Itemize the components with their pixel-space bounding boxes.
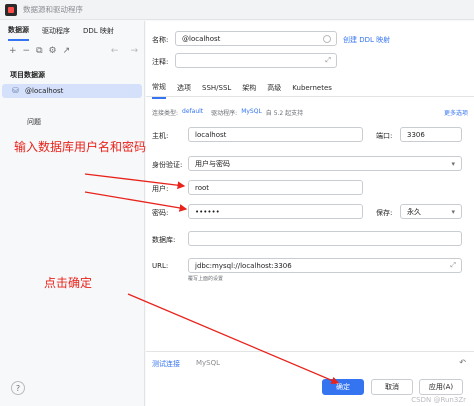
save-select-value: 永久 xyxy=(407,207,421,216)
export-icon[interactable]: ↗ xyxy=(63,46,71,56)
color-picker-icon[interactable] xyxy=(323,35,331,43)
driver-label: 驱动程序: xyxy=(211,110,238,117)
expand-icon[interactable]: ⤢ xyxy=(325,56,331,65)
host-input[interactable]: localhost xyxy=(188,127,363,142)
user-label: 用户: xyxy=(152,185,169,193)
settings-icon[interactable]: ⚙ xyxy=(49,46,57,56)
title-bar: 数据源和驱动程序 xyxy=(0,0,474,20)
sidebar-tabs: 数据源 驱动程序 DDL 映射 xyxy=(0,21,144,41)
host-label: 主机: xyxy=(152,132,169,140)
window-title: 数据源和驱动程序 xyxy=(23,5,83,14)
datasource-item-label: @localhost xyxy=(25,87,64,95)
sidebar: 数据源 驱动程序 DDL 映射 + − ⧉ ⚙ ↗ ← → 项目数据源 ⛁ @l… xyxy=(0,21,145,406)
problems-label[interactable]: 问题 xyxy=(27,117,41,127)
expand-icon[interactable]: ⤢ xyxy=(450,261,456,270)
mysql-datasource-icon: ⛁ xyxy=(12,86,19,95)
ok-button[interactable]: 确定 xyxy=(322,379,364,395)
app-logo-icon xyxy=(5,3,17,16)
test-connection-link[interactable]: 测试连接 xyxy=(152,359,180,369)
connection-meta: 连接类型: default 驱动程序: MySQL 自 5.2 起支持 xyxy=(152,108,303,117)
name-label: 名称: xyxy=(152,36,169,44)
annotation-enter-credentials: 输入数据库用户名和密码 xyxy=(14,140,147,154)
driver-value[interactable]: MySQL xyxy=(241,108,262,117)
add-icon[interactable]: + xyxy=(9,46,17,56)
driver-version: 自 5.2 起支持 xyxy=(265,110,304,117)
port-label: 端口: xyxy=(376,132,393,140)
url-input[interactable]: jdbc:mysql://localhost:3306 ⤢ xyxy=(188,258,462,273)
user-input[interactable]: root xyxy=(188,180,363,195)
tab-schemas[interactable]: 架构 xyxy=(242,78,256,98)
chevron-down-icon: ▾ xyxy=(451,160,455,168)
test-connection-driver: MySQL xyxy=(196,359,221,367)
database-label: 数据库: xyxy=(152,236,176,244)
tab-options[interactable]: 选项 xyxy=(177,78,191,98)
cancel-button[interactable]: 取消 xyxy=(371,379,413,395)
user-input-value: root xyxy=(195,183,210,192)
host-input-value: localhost xyxy=(195,130,227,139)
url-input-value: jdbc:mysql://localhost:3306 xyxy=(195,261,292,270)
url-hint: 覆写上面的设置 xyxy=(188,276,224,282)
reset-icon[interactable]: ↶ xyxy=(459,358,466,367)
name-input[interactable]: @localhost xyxy=(175,31,337,46)
more-options-link[interactable]: 更多选项 xyxy=(444,108,468,117)
name-input-value: @localhost xyxy=(182,34,221,43)
forward-arrow-icon[interactable]: → xyxy=(130,46,138,56)
tab-advanced[interactable]: 高级 xyxy=(267,78,281,98)
create-ddl-mapping-link[interactable]: 创建 DDL 映射 xyxy=(343,35,390,45)
main-panel: 名称: @localhost 创建 DDL 映射 注释: ⤢ 常规 选项 SSH… xyxy=(146,21,474,406)
project-datasources-heading: 项目数据源 xyxy=(10,71,45,79)
help-button[interactable]: ? xyxy=(11,381,25,395)
url-label: URL: xyxy=(152,262,169,270)
port-input[interactable]: 3306 xyxy=(400,127,462,142)
watermark: CSDN @Run3Zr xyxy=(411,396,466,404)
tab-datasources[interactable]: 数据源 xyxy=(8,21,29,41)
conn-type-value[interactable]: default xyxy=(182,108,203,117)
tab-ddl-mapping[interactable]: DDL 映射 xyxy=(83,22,114,40)
auth-select[interactable]: 用户与密码 ▾ xyxy=(188,156,462,171)
password-label: 密码: xyxy=(152,209,169,217)
divider xyxy=(146,351,474,352)
conn-type-label: 连接类型: xyxy=(152,110,179,117)
password-input-value: •••••• xyxy=(195,207,220,216)
annotation-click-ok: 点击确定 xyxy=(44,276,93,290)
password-input[interactable]: •••••• xyxy=(188,204,363,219)
comment-label: 注释: xyxy=(152,58,169,66)
save-label: 保存: xyxy=(376,209,393,217)
apply-button[interactable]: 应用(A) xyxy=(419,379,463,395)
back-arrow-icon[interactable]: ← xyxy=(111,46,119,56)
tab-drivers[interactable]: 驱动程序 xyxy=(42,22,70,40)
tab-general[interactable]: 常规 xyxy=(152,77,166,99)
datasource-item-localhost[interactable]: ⛁ @localhost xyxy=(2,84,142,98)
database-input[interactable] xyxy=(188,231,462,246)
auth-select-value: 用户与密码 xyxy=(195,159,230,168)
remove-icon[interactable]: − xyxy=(23,46,31,56)
copy-icon[interactable]: ⧉ xyxy=(36,46,42,56)
tab-kubernetes[interactable]: Kubernetes xyxy=(292,79,332,97)
comment-input[interactable]: ⤢ xyxy=(175,53,337,68)
sidebar-toolbar: + − ⧉ ⚙ ↗ ← → xyxy=(0,41,144,61)
tab-ssh-ssl[interactable]: SSH/SSL xyxy=(202,79,231,97)
port-input-value: 3306 xyxy=(407,130,425,139)
chevron-down-icon: ▾ xyxy=(451,208,455,216)
save-select[interactable]: 永久 ▾ xyxy=(400,204,462,219)
settings-tabs: 常规 选项 SSH/SSL 架构 高级 Kubernetes xyxy=(146,77,474,99)
auth-label: 身份验证: xyxy=(152,161,183,169)
